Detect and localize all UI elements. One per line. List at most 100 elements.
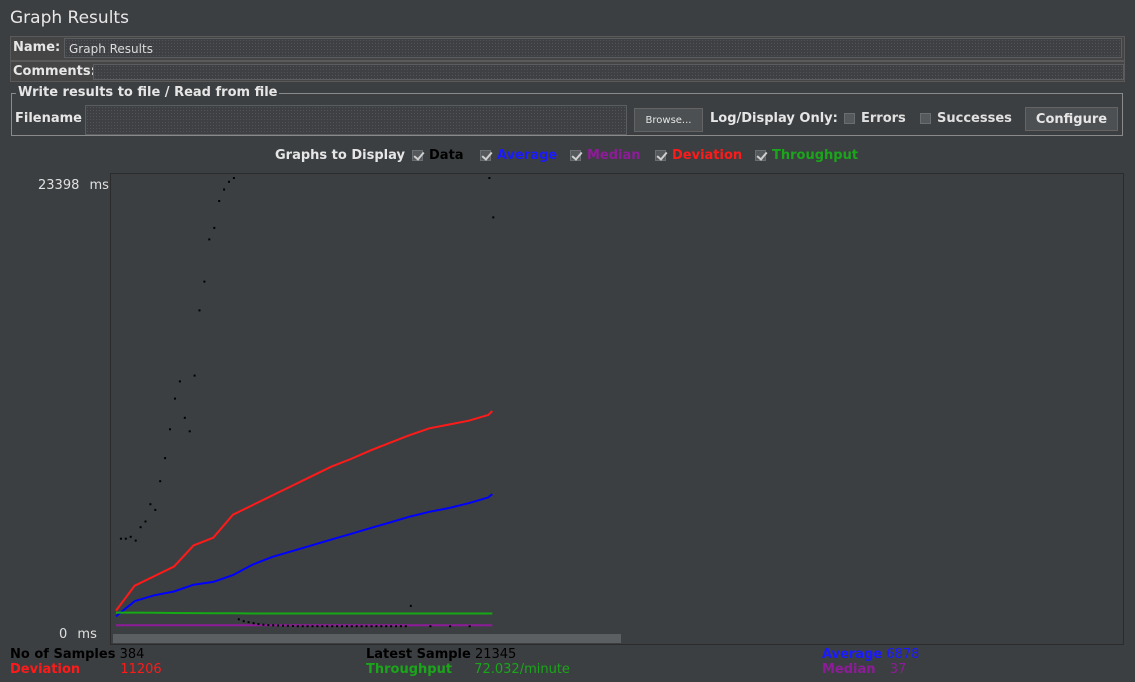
data-point <box>316 625 319 628</box>
data-point <box>291 625 294 627</box>
graph-canvas <box>115 177 495 628</box>
data-checkbox[interactable] <box>412 150 423 161</box>
data-point <box>326 625 329 628</box>
y-axis-max-value: 23398 <box>38 178 80 193</box>
errors-checkbox[interactable]: Errors <box>844 111 906 126</box>
data-point <box>395 625 397 628</box>
successes-checkbox-box[interactable] <box>920 113 931 124</box>
name-label: Name: <box>13 40 61 55</box>
median-stat: Median 37 <box>822 662 906 677</box>
graphs-to-display-label: Graphs to Display <box>275 148 405 163</box>
data-point <box>119 537 122 540</box>
throughput-stat: Throughput 72.032/minute <box>366 662 570 677</box>
data-point <box>385 625 388 628</box>
scrollbar-thumb[interactable] <box>113 634 621 643</box>
data-point <box>277 624 280 627</box>
configure-button-label: Configure <box>1035 111 1108 127</box>
name-input-value: Graph Results <box>69 42 153 56</box>
latest-sample-value: 21345 <box>474 647 517 662</box>
browse-button-label: Browse... <box>645 114 692 126</box>
legend-data[interactable]: Data <box>412 148 464 163</box>
data-point <box>218 200 221 202</box>
median-label: Median <box>822 662 876 677</box>
data-point <box>228 180 230 183</box>
log-display-label: Log/Display Only: <box>710 111 838 126</box>
successes-checkbox[interactable]: Successes <box>920 111 1012 126</box>
data-point <box>267 624 270 627</box>
throughput-value: 72.032/minute <box>474 662 570 677</box>
series-average-line <box>115 493 493 618</box>
data-point <box>237 618 240 621</box>
file-group: Write results to file / Read from file F… <box>11 85 1123 136</box>
latest-sample-label: Latest Sample <box>366 647 471 662</box>
data-point <box>183 416 186 419</box>
legend-deviation[interactable]: Deviation <box>655 148 742 163</box>
legend-median[interactable]: Median <box>570 148 641 163</box>
filename-input[interactable] <box>85 105 627 135</box>
y-axis-min-unit: ms <box>77 627 97 642</box>
name-row: Name: Graph Results <box>10 36 1125 61</box>
data-point <box>134 539 137 542</box>
horizontal-scrollbar[interactable] <box>111 632 1123 644</box>
configure-button[interactable]: Configure <box>1025 107 1118 131</box>
data-point <box>360 625 363 628</box>
data-point <box>203 280 206 283</box>
name-input[interactable]: Graph Results <box>64 38 1122 58</box>
throughput-checkbox[interactable] <box>755 150 766 161</box>
data-point <box>129 535 132 538</box>
y-axis-max-label: 23398 ms <box>38 178 109 193</box>
browse-button[interactable]: Browse... <box>634 108 703 132</box>
data-point <box>257 623 260 626</box>
legend-average[interactable]: Average <box>480 148 557 163</box>
filename-label: Filename <box>15 111 82 126</box>
errors-checkbox-box[interactable] <box>844 113 855 124</box>
data-point <box>232 177 235 179</box>
window-title: Graph Results <box>10 8 129 28</box>
comments-input[interactable] <box>93 64 1124 80</box>
data-point <box>154 508 157 511</box>
average-checkbox[interactable] <box>480 150 491 161</box>
data-point <box>409 604 412 607</box>
data-point <box>365 625 368 628</box>
data-point <box>404 625 407 628</box>
y-axis-min-label: 0 ms <box>59 627 97 642</box>
comments-label: Comments: <box>13 64 96 79</box>
average-label: Average <box>822 647 883 662</box>
data-point <box>449 625 452 628</box>
successes-label: Successes <box>937 111 1012 126</box>
comments-row: Comments: <box>10 61 1125 82</box>
data-point <box>341 625 343 628</box>
data-point <box>321 625 324 628</box>
data-point <box>355 625 358 628</box>
data-point <box>169 428 171 431</box>
data-point <box>331 625 334 628</box>
data-point <box>223 188 226 191</box>
latest-sample-stat: Latest Sample 21345 <box>366 647 516 662</box>
file-group-legend: Write results to file / Read from file <box>16 85 280 100</box>
data-point <box>336 625 339 628</box>
data-point <box>296 625 299 628</box>
samples-stat: No of Samples 384 <box>10 647 144 662</box>
errors-label: Errors <box>861 111 906 126</box>
data-point <box>301 625 304 628</box>
data-point <box>164 457 167 460</box>
deviation-checkbox[interactable] <box>655 150 666 161</box>
legend-throughput[interactable]: Throughput <box>755 148 858 163</box>
data-point <box>198 309 201 312</box>
deviation-label: Deviation <box>10 662 81 677</box>
data-point <box>345 625 348 628</box>
average-value: 6878 <box>886 647 920 662</box>
data-point <box>286 624 289 627</box>
median-checkbox[interactable] <box>570 150 581 161</box>
data-point <box>208 238 211 241</box>
data-point <box>350 625 353 628</box>
median-value: 37 <box>889 662 907 677</box>
graph-area <box>110 173 1124 645</box>
data-point <box>144 520 147 523</box>
deviation-stat: Deviation 11206 <box>10 662 162 677</box>
data-point <box>242 620 245 623</box>
data-point <box>213 226 216 229</box>
data-point <box>370 625 373 628</box>
throughput-label: Throughput <box>366 662 453 677</box>
y-axis-max-unit: ms <box>89 178 109 193</box>
